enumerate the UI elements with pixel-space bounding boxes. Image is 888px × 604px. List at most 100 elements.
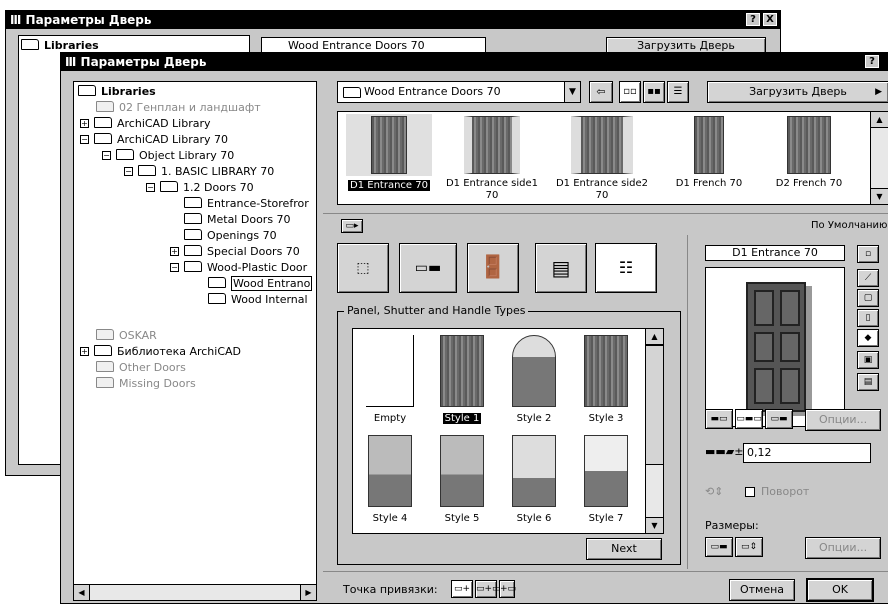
- tree-item-genplan[interactable]: 02 Генплан и ландшафт: [96, 100, 261, 116]
- door-category-button[interactable]: 🚪: [467, 243, 519, 293]
- folder-icon: [96, 377, 114, 388]
- window-title: Параметры Дверь: [80, 55, 207, 69]
- door-style-icon: [440, 335, 484, 407]
- tree-item-wood-entrance[interactable]: Wood Entrano: [208, 276, 313, 292]
- scroll-up-icon[interactable]: ▲: [646, 329, 663, 345]
- view-plan-button[interactable]: ▫: [857, 245, 879, 263]
- folder-icon: [184, 261, 202, 272]
- style-3[interactable]: Style 3: [575, 335, 637, 425]
- thumbnail-d1-entrance-side2[interactable]: D1 Entrance side2 70: [550, 114, 654, 202]
- preview-title: D1 Entrance 70: [705, 245, 845, 261]
- style-7[interactable]: Style 7: [575, 435, 637, 525]
- view-list2-button[interactable]: ▤: [857, 373, 879, 391]
- ok-button[interactable]: OK: [807, 579, 873, 601]
- scroll-thumb[interactable]: [646, 345, 663, 465]
- tree-item-basic-library[interactable]: −1. BASIC LIBRARY 70: [124, 164, 274, 180]
- folder-icon: [184, 197, 202, 208]
- tree-item-object-library[interactable]: − Object Library 70: [102, 148, 234, 164]
- scroll-down-icon[interactable]: ▼: [646, 517, 663, 533]
- wall-inside-button[interactable]: ▬▭: [705, 409, 733, 429]
- view-small-button[interactable]: ▪▪: [643, 81, 665, 103]
- collapse-icon[interactable]: −: [102, 151, 111, 160]
- thumbnail-scrollbar[interactable]: ▲ ▼: [870, 112, 888, 204]
- next-button[interactable]: Next: [586, 538, 662, 560]
- view-list-button[interactable]: ☰: [667, 81, 689, 103]
- size-nominal-button[interactable]: ▭▬: [705, 537, 733, 557]
- view-elevation-button[interactable]: ▢: [857, 289, 879, 307]
- size-actual-button[interactable]: ▭⇕: [735, 537, 763, 557]
- collapse-icon[interactable]: −: [80, 135, 89, 144]
- style-4[interactable]: Style 4: [359, 435, 421, 525]
- wall-outside-button[interactable]: ▭▬: [765, 409, 793, 429]
- panel-collapse-button[interactable]: ▭▸: [341, 219, 363, 233]
- options-button-2[interactable]: Опции...: [805, 537, 881, 559]
- back-window-icon: Ⅲ: [10, 13, 26, 27]
- tree-item-archicad-library[interactable]: + ArchiCAD Library: [80, 116, 211, 132]
- wall-center-button[interactable]: ▭▬▭: [735, 409, 763, 429]
- collapse-icon[interactable]: −: [170, 263, 179, 272]
- view-door-button[interactable]: ▯: [857, 309, 879, 327]
- style-2[interactable]: Style 2: [503, 335, 565, 425]
- cancel-button[interactable]: Отмена: [729, 579, 795, 601]
- style-6[interactable]: Style 6: [503, 435, 565, 525]
- collapse-icon[interactable]: −: [124, 167, 133, 176]
- anchor-left-button[interactable]: ▭+: [451, 580, 473, 598]
- rotate-checkbox[interactable]: [745, 487, 755, 497]
- options-button[interactable]: Опции...: [805, 409, 881, 431]
- help-button[interactable]: ?: [865, 55, 879, 68]
- expand-icon[interactable]: +: [80, 119, 89, 128]
- frame-category-button[interactable]: ▭▬: [399, 243, 457, 293]
- view-large-button[interactable]: ▫▫: [619, 81, 641, 103]
- scroll-right-icon[interactable]: ▶: [300, 585, 316, 600]
- back-close-button[interactable]: X: [763, 13, 777, 26]
- thickness-input[interactable]: 0,12: [743, 443, 871, 463]
- thumbnail-d1-entrance[interactable]: D1 Entrance 70: [346, 114, 432, 192]
- view-section-button[interactable]: ⟋: [857, 269, 879, 287]
- tree-item-wood-plastic[interactable]: − Wood-Plastic Door: [170, 260, 307, 276]
- style-1[interactable]: Style 1: [431, 335, 493, 425]
- tree-horizontal-scrollbar[interactable]: ◀ ▶: [74, 584, 316, 600]
- load-door-button[interactable]: Загрузить Дверь ▶: [707, 81, 888, 103]
- tree-item-metal-doors[interactable]: Metal Doors 70: [184, 212, 291, 228]
- style-5[interactable]: Style 5: [431, 435, 493, 525]
- sizes-label: Размеры:: [705, 519, 759, 532]
- tree-item-oskar[interactable]: OSKAR: [96, 328, 157, 344]
- tree-item-archicad-library-70[interactable]: − ArchiCAD Library 70: [80, 132, 228, 148]
- view-3d-button[interactable]: ◆: [857, 329, 879, 347]
- thumbnail-d1-french[interactable]: D1 French 70: [664, 114, 754, 190]
- dropdown-arrow-icon[interactable]: ▼: [564, 82, 580, 102]
- door-style-icon: [584, 335, 628, 407]
- scroll-left-icon[interactable]: ◀: [74, 585, 90, 600]
- up-folder-button[interactable]: ⇦: [589, 81, 613, 103]
- thumbnail-d2-french[interactable]: D2 French 70: [762, 114, 856, 190]
- anchor-right-button[interactable]: +▭: [499, 580, 516, 598]
- dimensions-category-button[interactable]: ⬚: [337, 243, 389, 293]
- tree-item-special-doors[interactable]: + Special Doors 70: [170, 244, 300, 260]
- tree-item-entrance-storefront[interactable]: Entrance-Storefror: [184, 196, 309, 212]
- expand-icon[interactable]: +: [80, 347, 89, 356]
- style-grid-scrollbar[interactable]: ▲ ▼: [645, 329, 663, 533]
- tree-item-libraries[interactable]: Libraries: [78, 84, 156, 100]
- tree-item-other-doors[interactable]: Other Doors: [96, 360, 186, 376]
- anchor-center-button[interactable]: ▭+▭: [475, 580, 501, 598]
- view-grid-button[interactable]: ▣: [857, 351, 879, 369]
- tree-item-openings[interactable]: Openings 70: [184, 228, 277, 244]
- expand-icon[interactable]: +: [170, 247, 179, 256]
- scroll-down-icon[interactable]: ▼: [871, 188, 888, 204]
- library-dropdown[interactable]: Wood Entrance Doors 70 ▼: [337, 81, 581, 103]
- tree-item-missing-doors[interactable]: Missing Doors: [96, 376, 196, 392]
- tree-item-doors[interactable]: −1.2 Doors 70: [146, 180, 254, 196]
- door-thumbnail-icon: [571, 116, 633, 174]
- tree-item-archicad-ru[interactable]: + Библиотека ArchiCAD: [80, 344, 241, 360]
- back-help-button[interactable]: ?: [746, 13, 760, 26]
- parameters-category-button[interactable]: ☷: [595, 243, 657, 293]
- thumbnail-d1-entrance-side1[interactable]: D1 Entrance side1 70: [442, 114, 542, 202]
- window-menu-icon[interactable]: Ⅲ: [65, 55, 81, 69]
- tree-item-wood-internal[interactable]: Wood Internal: [208, 292, 308, 308]
- style-empty[interactable]: Empty: [359, 335, 421, 425]
- scroll-up-icon[interactable]: ▲: [871, 112, 888, 128]
- listing-category-button[interactable]: ▤: [535, 243, 587, 293]
- default-label: По Умолчанию: [811, 220, 888, 231]
- door-3d-preview-icon: [746, 282, 806, 412]
- collapse-icon[interactable]: −: [146, 183, 155, 192]
